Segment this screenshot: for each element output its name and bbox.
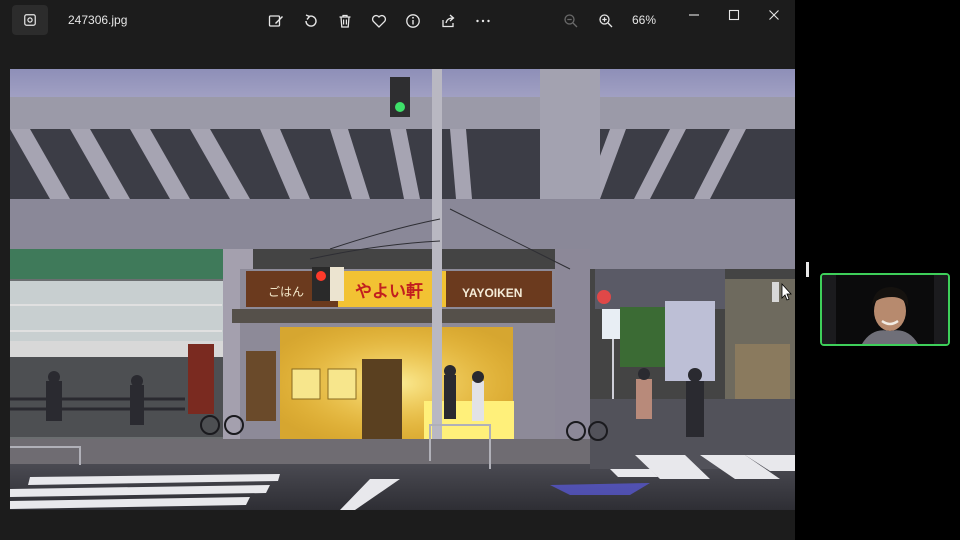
- sign-yayoiken-text: YAYOIKEN: [462, 286, 522, 300]
- maximize-icon: [728, 9, 740, 21]
- edit-image-icon: [268, 15, 283, 27]
- delete-icon: [339, 14, 351, 28]
- photo-viewer-window: 247306.jpg 66% ごはん やよい軒 YAYOIKEN: [0, 0, 795, 540]
- displayed-photo[interactable]: ごはん やよい軒 YAYOIKEN: [10, 69, 795, 510]
- zoom-in-icon: [599, 14, 613, 28]
- photos-app-icon[interactable]: [12, 5, 48, 35]
- info-icon: [406, 14, 420, 28]
- share-button[interactable]: [437, 10, 459, 32]
- share-icon: [442, 14, 455, 28]
- shop-banner: [188, 344, 214, 414]
- rotate-button[interactable]: [300, 10, 322, 32]
- mouse-cursor-icon: [772, 282, 792, 302]
- zoom-level[interactable]: 66%: [632, 13, 656, 27]
- road-sign: [597, 290, 611, 304]
- tree: [620, 307, 665, 367]
- more-options-button[interactable]: [472, 10, 494, 32]
- title-bar: 247306.jpg 66%: [0, 0, 795, 40]
- bottom-filmstrip-bar: [0, 510, 795, 540]
- sign-gohan-text: ごはん: [268, 284, 304, 299]
- text-cursor-marker: [806, 262, 809, 277]
- maximize-button[interactable]: [720, 4, 748, 26]
- close-icon: [769, 10, 779, 20]
- webcam-overlay[interactable]: [820, 273, 950, 346]
- viaduct-body: [10, 199, 795, 249]
- distant-sky: [665, 301, 715, 381]
- close-button[interactable]: [760, 4, 788, 26]
- utility-pole: [432, 69, 442, 459]
- photos-app-glyph: [24, 14, 36, 26]
- street-scene-photo: ごはん やよい軒 YAYOIKEN: [10, 69, 795, 510]
- favorite-heart-icon: [371, 14, 387, 28]
- zoom-out-icon: [564, 14, 578, 28]
- sign-yayoi-text: やよい軒: [355, 281, 423, 302]
- menu-board: [246, 351, 276, 421]
- more-options-icon: [476, 19, 490, 23]
- minimize-icon: [689, 14, 699, 16]
- delete-button[interactable]: [334, 10, 356, 32]
- favorite-button[interactable]: [368, 10, 390, 32]
- info-button[interactable]: [402, 10, 424, 32]
- minimize-button[interactable]: [680, 4, 708, 26]
- file-name: 247306.jpg: [68, 13, 128, 27]
- zoom-out-button[interactable]: [560, 10, 582, 32]
- edit-image-button[interactable]: [265, 10, 287, 32]
- side-panel: [795, 0, 960, 540]
- rotate-icon: [305, 14, 317, 27]
- webcam-feed-image: [822, 275, 948, 344]
- zoom-in-button[interactable]: [595, 10, 617, 32]
